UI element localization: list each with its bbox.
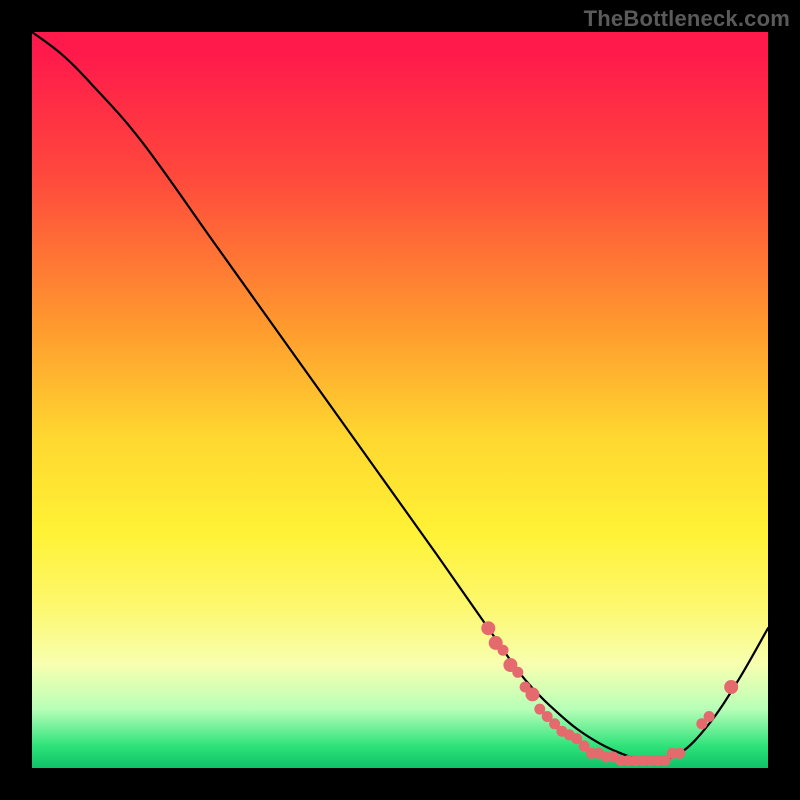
highlight-point <box>512 667 523 678</box>
highlight-point <box>481 621 495 635</box>
curve-svg <box>32 32 768 768</box>
bottleneck-curve <box>32 32 768 761</box>
highlight-point <box>704 711 715 722</box>
plot-area <box>32 32 768 768</box>
chart-stage: TheBottleneck.com <box>0 0 800 800</box>
highlight-point <box>674 748 685 759</box>
highlight-markers <box>481 621 738 766</box>
highlight-point <box>724 680 738 694</box>
highlight-point <box>498 645 509 656</box>
watermark-text: TheBottleneck.com <box>584 6 790 32</box>
highlight-point <box>526 687 540 701</box>
